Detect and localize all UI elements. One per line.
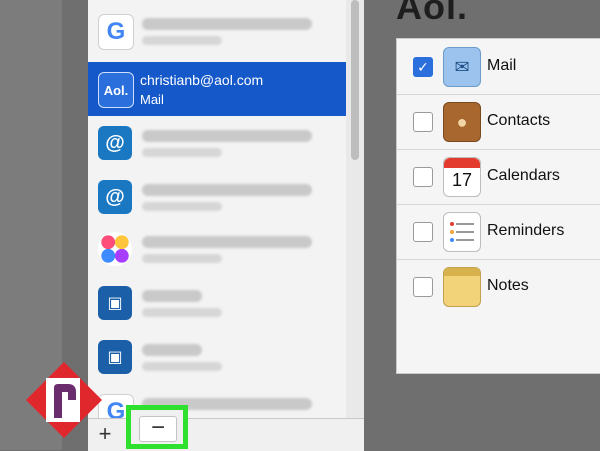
watermark-logo-icon: [24, 360, 104, 440]
notes-checkbox[interactable]: [413, 277, 433, 297]
blurred-account-type: [142, 202, 222, 211]
service-label: Mail: [487, 57, 517, 74]
account-row-at-2[interactable]: @: [88, 170, 346, 224]
calendar-header: [444, 158, 480, 168]
service-label: Reminders: [487, 222, 565, 239]
account-row-game-center[interactable]: [88, 222, 346, 276]
contacts-icon: ●: [443, 102, 481, 142]
account-row-exchange-2[interactable]: ▣: [88, 330, 346, 384]
reminders-checkbox[interactable]: [413, 222, 433, 242]
blurred-account-type: [142, 36, 222, 45]
reminder-dot: [450, 230, 454, 234]
blurred-account-type: [142, 254, 222, 263]
accounts-list[interactable]: G Aol. christianb@aol.com Mail @ @ ▣ ▣ G: [88, 0, 346, 418]
game-center-icon: [98, 232, 132, 266]
blurred-account-name: [142, 184, 312, 196]
blurred-account-name: [142, 18, 312, 30]
service-row-reminders[interactable]: Reminders: [397, 204, 600, 260]
service-label: Notes: [487, 277, 529, 294]
reminder-dot: [450, 222, 454, 226]
account-row-aol[interactable]: Aol. christianb@aol.com Mail: [88, 62, 346, 116]
provider-title: Aol.: [396, 0, 468, 27]
account-row-at-1[interactable]: @: [88, 116, 346, 170]
mail-checkbox[interactable]: ✓: [413, 57, 433, 77]
reminder-line: [456, 239, 474, 241]
calendar-day: 17: [451, 170, 473, 190]
remove-account-button[interactable]: −: [139, 416, 177, 442]
reminders-icon: [443, 212, 481, 252]
reminder-line: [456, 223, 474, 225]
reminder-dot: [450, 238, 454, 242]
accounts-panel: G Aol. christianb@aol.com Mail @ @ ▣ ▣ G: [88, 0, 365, 418]
service-row-notes[interactable]: Notes: [397, 259, 600, 314]
blurred-account-name: [142, 236, 312, 248]
google-icon: G: [98, 14, 134, 50]
blurred-account-name: [142, 130, 312, 142]
logo-diamond-icon: [26, 362, 102, 438]
blurred-account-type: [142, 308, 222, 317]
account-row-exchange-1[interactable]: ▣: [88, 276, 346, 330]
account-type: Mail: [140, 92, 164, 107]
services-list: ✓ ✉ Mail ● Contacts 17 Calendars Reminde…: [396, 38, 600, 374]
aol-icon: Aol.: [98, 72, 134, 108]
accounts-scrollbar[interactable]: [346, 0, 364, 418]
service-row-calendars[interactable]: 17 Calendars: [397, 149, 600, 205]
notes-icon: [443, 267, 481, 307]
account-email: christianb@aol.com: [140, 72, 264, 88]
notes-header: [444, 268, 480, 276]
service-label: Calendars: [487, 167, 560, 184]
service-row-mail[interactable]: ✓ ✉ Mail: [397, 39, 600, 95]
at-sign-icon: @: [98, 126, 132, 160]
scrollbar-thumb[interactable]: [351, 0, 359, 160]
calendar-icon: 17: [443, 157, 481, 197]
remove-button-highlight: −: [126, 405, 188, 449]
exchange-icon: ▣: [98, 286, 132, 320]
account-actions-bar: + −: [88, 405, 364, 451]
contacts-checkbox[interactable]: [413, 112, 433, 132]
mail-icon: ✉: [443, 47, 481, 87]
blurred-account-name: [142, 344, 202, 356]
service-row-contacts[interactable]: ● Contacts: [397, 94, 600, 150]
blurred-account-type: [142, 148, 222, 157]
blurred-account-name: [142, 290, 202, 302]
screen: G Aol. christianb@aol.com Mail @ @ ▣ ▣ G…: [0, 0, 600, 451]
blurred-account-type: [142, 362, 222, 371]
at-sign-icon: @: [98, 180, 132, 214]
reminder-line: [456, 231, 474, 233]
calendars-checkbox[interactable]: [413, 167, 433, 187]
account-row-google[interactable]: G: [88, 4, 346, 58]
service-label: Contacts: [487, 112, 551, 129]
